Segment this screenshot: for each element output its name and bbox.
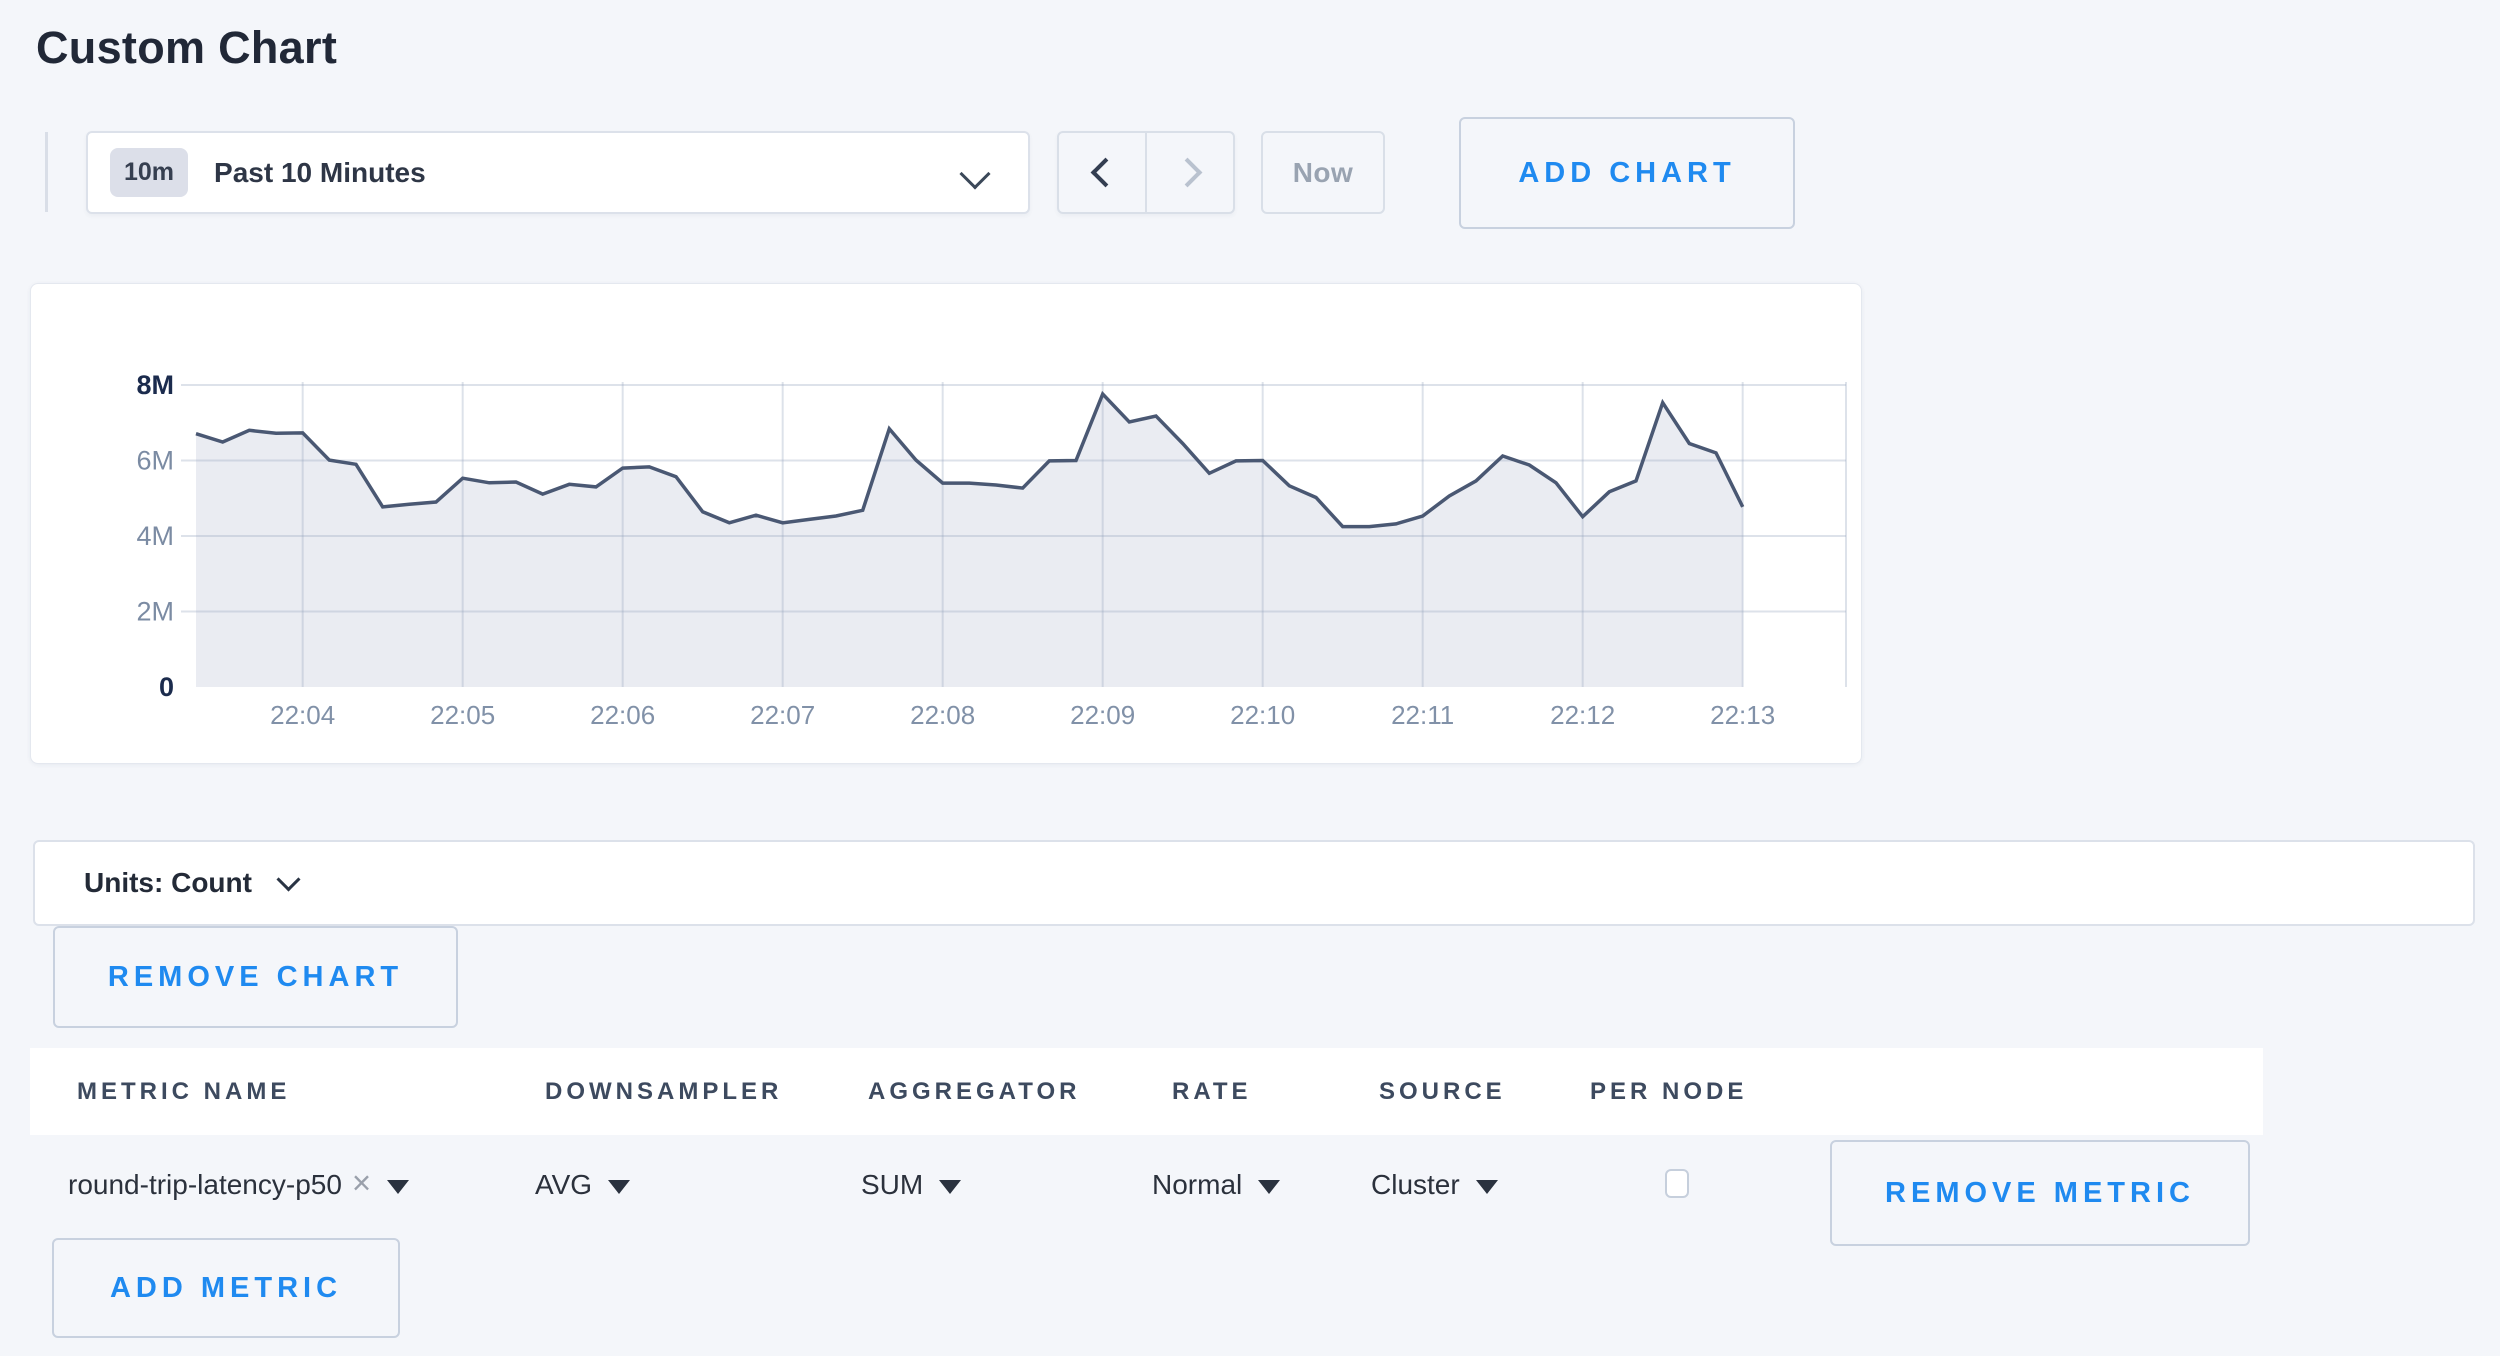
- column-header-downsampler: DOWNSAMPLER: [545, 1078, 782, 1106]
- svg-text:22:13: 22:13: [1710, 700, 1775, 730]
- caret-down-icon: [387, 1180, 409, 1194]
- column-header-rate: RATE: [1172, 1078, 1252, 1106]
- svg-text:4M: 4M: [136, 521, 174, 551]
- column-header-per-node: PER NODE: [1590, 1078, 1747, 1106]
- column-header-source: SOURCE: [1379, 1078, 1506, 1106]
- source-value: Cluster: [1371, 1169, 1460, 1201]
- remove-metric-button[interactable]: REMOVE METRIC: [1830, 1140, 2250, 1246]
- svg-text:22:04: 22:04: [270, 700, 335, 730]
- chevron-down-icon: [276, 867, 300, 891]
- add-chart-button[interactable]: ADD CHART: [1459, 117, 1795, 229]
- now-button[interactable]: Now: [1261, 131, 1385, 214]
- rate-value: Normal: [1152, 1169, 1242, 1201]
- toolbar-divider: [45, 132, 48, 212]
- caret-down-icon: [1258, 1180, 1280, 1194]
- column-header-aggregator: AGGREGATOR: [868, 1078, 1080, 1106]
- time-pager: [1057, 131, 1235, 214]
- remove-chart-button[interactable]: REMOVE CHART: [53, 926, 458, 1028]
- page-title: Custom Chart: [36, 22, 337, 74]
- time-range-label: Past 10 Minutes: [214, 157, 426, 189]
- metric-name-dropdown[interactable]: round-trip-latency-p50 ×: [68, 1135, 409, 1235]
- svg-text:2M: 2M: [136, 597, 174, 627]
- svg-text:22:12: 22:12: [1550, 700, 1615, 730]
- chevron-right-icon: [1172, 158, 1202, 188]
- svg-text:22:10: 22:10: [1230, 700, 1295, 730]
- metrics-table-header: METRIC NAME DOWNSAMPLER AGGREGATOR RATE …: [30, 1048, 2263, 1135]
- aggregator-dropdown[interactable]: SUM: [861, 1135, 961, 1235]
- chart-card: 8M 6M 4M 2M 0 22:04 22:05 22:06 22:07 22:08 22:09 2…: [30, 283, 1862, 764]
- caret-down-icon: [608, 1180, 630, 1194]
- metric-name-value: round-trip-latency-p50: [68, 1169, 342, 1201]
- rate-dropdown[interactable]: Normal: [1152, 1135, 1280, 1235]
- per-node-checkbox[interactable]: [1665, 1169, 1689, 1198]
- svg-text:22:07: 22:07: [750, 700, 815, 730]
- svg-text:22:05: 22:05: [430, 700, 495, 730]
- svg-text:6M: 6M: [136, 446, 174, 476]
- add-metric-button[interactable]: ADD METRIC: [52, 1238, 400, 1338]
- close-icon[interactable]: ×: [352, 1164, 371, 1202]
- svg-text:22:11: 22:11: [1391, 700, 1454, 730]
- column-header-metric-name: METRIC NAME: [77, 1078, 290, 1106]
- caret-down-icon: [939, 1180, 961, 1194]
- units-label: Units: Count: [84, 867, 252, 899]
- downsampler-dropdown[interactable]: AVG: [535, 1135, 630, 1235]
- custom-chart-page: Custom Chart 10m Past 10 Minutes Now ADD…: [0, 0, 2500, 1356]
- svg-text:22:06: 22:06: [590, 700, 655, 730]
- prev-time-button[interactable]: [1059, 133, 1145, 212]
- downsampler-value: AVG: [535, 1169, 592, 1201]
- time-range-badge: 10m: [110, 148, 188, 197]
- aggregator-value: SUM: [861, 1169, 923, 1201]
- svg-text:0: 0: [159, 672, 174, 702]
- svg-text:8M: 8M: [136, 370, 174, 400]
- next-time-button[interactable]: [1145, 133, 1233, 212]
- source-dropdown[interactable]: Cluster: [1371, 1135, 1498, 1235]
- caret-down-icon: [1476, 1180, 1498, 1194]
- chevron-left-icon: [1090, 158, 1120, 188]
- time-range-dropdown[interactable]: 10m Past 10 Minutes: [86, 131, 1030, 214]
- svg-text:22:08: 22:08: [910, 700, 975, 730]
- svg-text:22:09: 22:09: [1070, 700, 1135, 730]
- units-dropdown[interactable]: Units: Count: [33, 840, 2475, 926]
- chevron-down-icon: [959, 158, 990, 189]
